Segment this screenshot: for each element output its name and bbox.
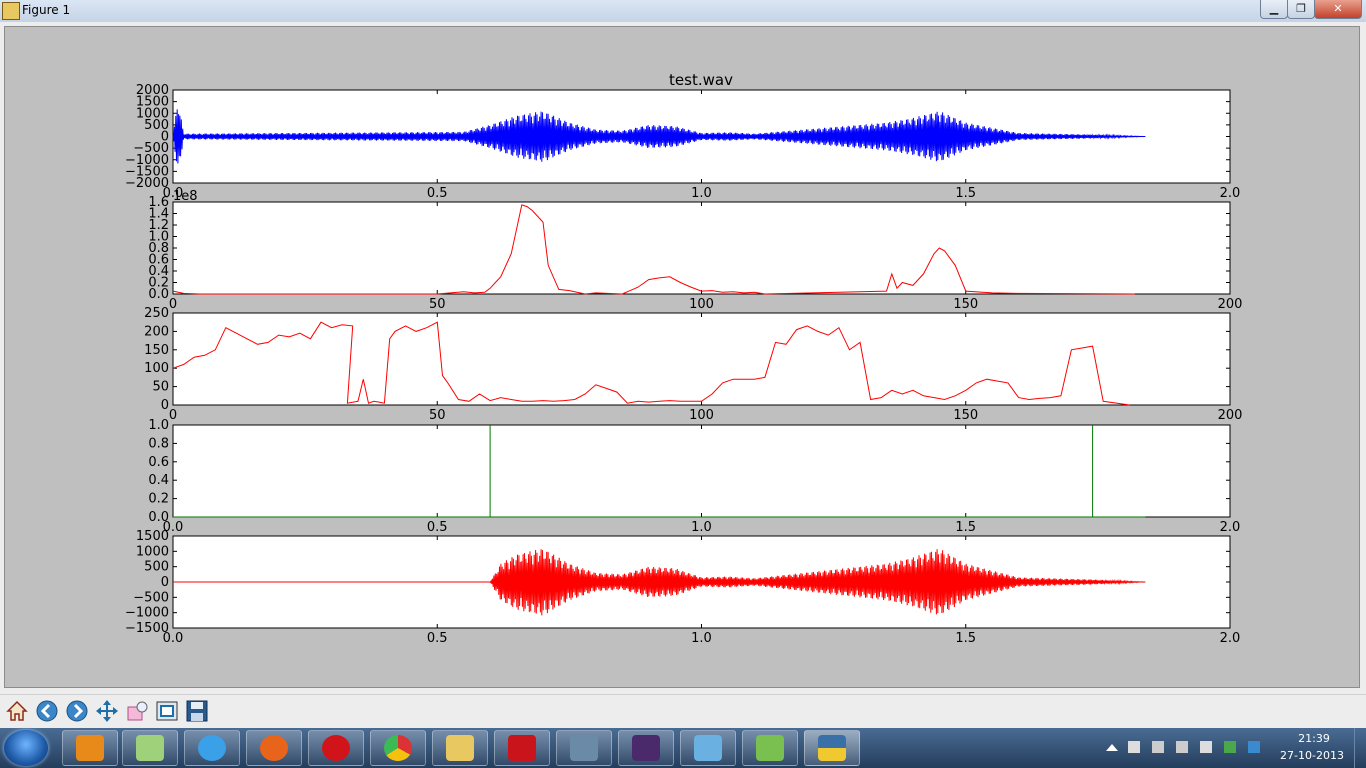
xtick-label: 0 <box>169 297 177 312</box>
xtick-label: 50 <box>429 408 446 423</box>
subplot-2: 1.61.41.21.00.80.60.40.20.00 50 100 150 2001… <box>148 189 1242 312</box>
java-ee-ide-icon[interactable] <box>618 730 674 766</box>
subplots-icon[interactable] <box>154 698 180 724</box>
xtick-label: 1.5 <box>955 631 976 646</box>
figure-canvas[interactable]: test.wav 2000 1500 1000 500 0 −500 −1000 −1500−… <box>4 26 1360 688</box>
python-icon[interactable] <box>804 730 860 766</box>
minimize-button[interactable]: ▁ <box>1260 0 1288 19</box>
ytick-label: 100 <box>144 361 169 376</box>
show-desktop-button[interactable] <box>1354 728 1366 768</box>
figure-title: test.wav <box>669 71 733 89</box>
xtick-label: 1.5 <box>955 186 976 201</box>
clock-time[interactable]: 21:39 <box>1292 732 1336 745</box>
ytick-label: 0.2 <box>148 492 169 507</box>
show-hidden-icons-icon[interactable] <box>1106 744 1118 751</box>
xtick-label: 0.5 <box>427 520 448 535</box>
xtick-label: 150 <box>953 408 978 423</box>
xtick-label: 100 <box>689 408 714 423</box>
axes-frame <box>172 424 1231 518</box>
ytick-label: 50 <box>152 380 169 395</box>
maximize-button[interactable]: ❐ <box>1287 0 1315 19</box>
dropbox-icon[interactable] <box>1248 741 1260 753</box>
ytick-label: 1500 <box>136 529 169 544</box>
ytick-label: 500 <box>144 560 169 575</box>
xtick-label: 1.0 <box>691 631 712 646</box>
opera-icon[interactable] <box>308 730 364 766</box>
google-drive-icon[interactable] <box>1224 741 1236 753</box>
forward-icon[interactable] <box>64 698 90 724</box>
figure-app-icon <box>2 2 20 20</box>
xtick-label: 0.5 <box>427 186 448 201</box>
xtick-label: 0.0 <box>163 631 184 646</box>
acrobat-icon[interactable] <box>494 730 550 766</box>
ytick-label: 0.6 <box>148 455 169 470</box>
xtick-label: 0.5 <box>427 631 448 646</box>
device-icon[interactable] <box>1152 741 1164 753</box>
ytick-label: 0 <box>161 398 169 413</box>
ytick-label: 1.0 <box>148 418 169 433</box>
notepad-plus-plus-icon[interactable] <box>742 730 798 766</box>
internet-explorer-icon[interactable] <box>184 730 240 766</box>
axes-frame <box>172 312 1231 406</box>
clock-date[interactable]: 27-10-2013 <box>1280 749 1344 762</box>
file-manager-icon[interactable] <box>122 730 178 766</box>
xtick-label: 1.0 <box>691 186 712 201</box>
ytick-label: −500 <box>133 590 169 605</box>
ytick-label: 0.0 <box>148 287 169 302</box>
back-icon[interactable] <box>34 698 60 724</box>
navigation-toolbar <box>0 694 1366 729</box>
os-taskbar: 21:39 27-10-2013 <box>0 728 1366 768</box>
subplot-3: 2502001501005000 50 100 150 200 <box>144 306 1242 423</box>
ytick-label: 0 <box>161 575 169 590</box>
ytick-label: 200 <box>144 324 169 339</box>
home-icon[interactable] <box>4 698 30 724</box>
ytick-label: 1000 <box>136 544 169 559</box>
xtick-label: 200 <box>1218 297 1243 312</box>
xtick-label: 2.0 <box>1220 631 1241 646</box>
xtick-label: 150 <box>953 297 978 312</box>
axis-offset-text: 1e8 <box>173 189 198 204</box>
window-titlebar: Figure 1 ▁ ❐ ✕ <box>0 0 1366 23</box>
network-icon[interactable] <box>1176 741 1188 753</box>
xtick-label: 200 <box>1218 408 1243 423</box>
ytick-label: 250 <box>144 306 169 321</box>
xtick-label: 2.0 <box>1220 520 1241 535</box>
xtick-label: 2.0 <box>1220 186 1241 201</box>
xtick-label: 100 <box>689 297 714 312</box>
ytick-label: 150 <box>144 343 169 358</box>
subplot-4: 1.00.80.60.40.20.00.0 0.5 1.0 1.5 2.0 <box>148 418 1240 535</box>
figure-svg: test.wav 2000150010005000−500−1000−1500−… <box>125 71 1242 646</box>
action-center-flag-icon[interactable] <box>1128 741 1140 753</box>
media-player-icon[interactable] <box>62 730 118 766</box>
firefox-icon[interactable] <box>246 730 302 766</box>
close-button[interactable]: ✕ <box>1314 0 1362 19</box>
xtick-label: 1.5 <box>955 520 976 535</box>
xtick-label: 1.0 <box>691 520 712 535</box>
subplot-5: 150010005000−500−1000−15000.0 0.5 1.0 1.5 2.… <box>125 529 1240 646</box>
window-title: Figure 1 <box>22 3 71 17</box>
axes-frame <box>172 201 1231 295</box>
save-icon[interactable] <box>184 698 210 724</box>
xtick-label: 0 <box>169 408 177 423</box>
subplot-1: 2000150010005000−500−1000−1500−20000.0 0.… <box>125 83 1240 201</box>
ytick-label: 0.4 <box>148 473 169 488</box>
zoom-icon[interactable] <box>124 698 150 724</box>
chrome-icon[interactable] <box>370 730 426 766</box>
ytick-label: 0.8 <box>148 436 169 451</box>
volume-icon[interactable] <box>1200 741 1212 753</box>
control-panel-icon[interactable] <box>680 730 736 766</box>
xtick-label: 50 <box>429 297 446 312</box>
pan-icon[interactable] <box>94 698 120 724</box>
lync-icon[interactable] <box>556 730 612 766</box>
start-button[interactable] <box>4 730 48 766</box>
explorer-folder-icon[interactable] <box>432 730 488 766</box>
ytick-label: −1000 <box>125 606 169 621</box>
